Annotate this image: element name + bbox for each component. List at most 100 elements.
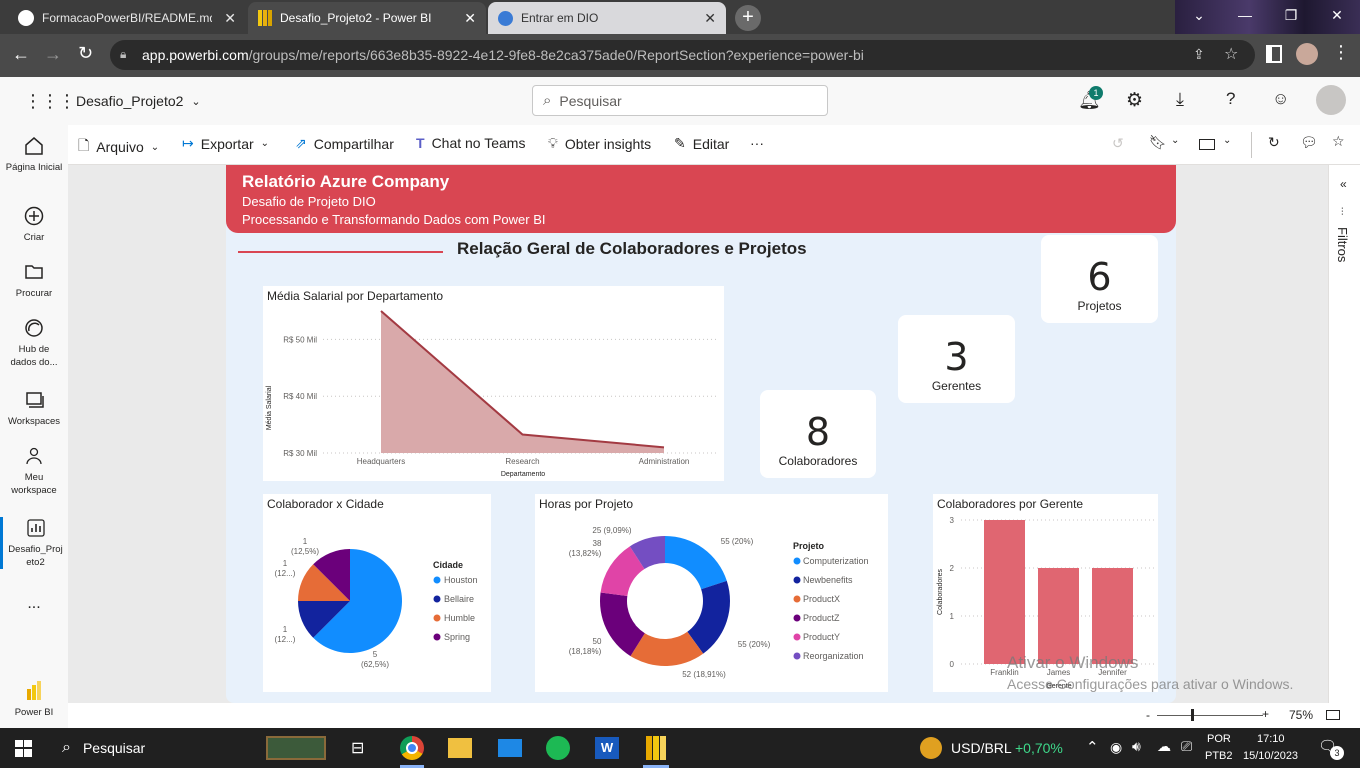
share-page-icon[interactable]: ⇪ bbox=[1193, 46, 1205, 63]
tab-search-button[interactable]: ⌄ bbox=[1176, 0, 1222, 30]
zoom-slider-track[interactable] bbox=[1157, 715, 1263, 716]
forward-icon[interactable]: → bbox=[44, 44, 62, 65]
network-icon[interactable]: ⎚ bbox=[1181, 738, 1192, 755]
browser-tab-dio[interactable]: Entrar em DIO ✕ bbox=[488, 2, 726, 34]
collapse-icon[interactable]: « bbox=[1340, 177, 1347, 191]
close-window-icon[interactable]: ✕ bbox=[1314, 0, 1360, 30]
y-tick-label: R$ 50 Mil bbox=[283, 335, 317, 344]
area-chart-media-salarial[interactable]: Média Salarial por Departamento Média Sa… bbox=[263, 286, 724, 481]
mail-icon[interactable] bbox=[498, 739, 522, 757]
activation-watermark-sub: Acesse Configurações para ativar o Windo… bbox=[1007, 676, 1294, 692]
user-avatar[interactable] bbox=[1316, 85, 1346, 115]
spotify-icon[interactable] bbox=[546, 736, 570, 760]
bookmark-star-icon[interactable]: ☆ bbox=[1224, 44, 1238, 64]
bar bbox=[1038, 568, 1079, 664]
task-view-icon[interactable]: ⊟ bbox=[351, 738, 364, 758]
powerbi-taskbar-icon[interactable] bbox=[646, 736, 666, 760]
report-name-dropdown[interactable]: Desafio_Projeto2 ⌄ bbox=[76, 93, 201, 109]
favorite-star-icon[interactable]: ☆ bbox=[1332, 133, 1345, 150]
chevron-down-icon: ⌄ bbox=[260, 138, 270, 149]
browser-tab-powerbi[interactable]: Desafio_Projeto2 - Power BI ✕ bbox=[248, 2, 486, 34]
fit-page-icon[interactable] bbox=[1326, 710, 1340, 720]
comment-icon[interactable]: 💬︎ bbox=[1300, 134, 1318, 151]
export-menu[interactable]: ↦ Exportar ⌄ bbox=[182, 135, 269, 152]
language-code[interactable]: POR bbox=[1207, 733, 1231, 745]
widget-chalkboard-icon[interactable] bbox=[266, 736, 326, 760]
view-icon[interactable] bbox=[1199, 139, 1215, 150]
clock-date[interactable]: 15/10/2023 bbox=[1243, 750, 1298, 762]
file-menu[interactable]: 🗋︎ Arquivo ⌄ bbox=[78, 135, 159, 159]
chevron-down-icon[interactable]: ⌄ bbox=[1223, 135, 1231, 146]
currency-pair[interactable]: USD/BRL bbox=[951, 740, 1012, 756]
app-launcher-icon[interactable]: ⋮⋮⋮ bbox=[24, 91, 76, 112]
windows-taskbar: ⌕ Pesquisar ⊟ W USD/BRL +0,70% ⌃ ◉ 🔊︎ ☁ … bbox=[0, 728, 1360, 768]
nav-current-report[interactable]: Desafio_Projeto2 bbox=[0, 517, 68, 569]
feedback-icon[interactable]: ☺ bbox=[1272, 89, 1289, 109]
camera-icon[interactable]: ◉ bbox=[1110, 739, 1122, 756]
search-placeholder: Pesquisar bbox=[559, 92, 622, 109]
clock-time[interactable]: 17:10 bbox=[1257, 733, 1285, 745]
zoom-slider-thumb[interactable] bbox=[1191, 709, 1194, 721]
nav-create[interactable]: Criar bbox=[0, 205, 68, 244]
edit-button[interactable]: ✎ Editar bbox=[674, 135, 729, 152]
reload-icon[interactable]: ↻ bbox=[78, 43, 93, 64]
sidebar-toggle-icon[interactable] bbox=[1266, 45, 1282, 63]
data-label: 5 bbox=[373, 650, 378, 659]
word-icon[interactable]: W bbox=[595, 737, 619, 759]
profile-avatar[interactable] bbox=[1296, 43, 1318, 65]
legend-item: Computerization bbox=[803, 556, 869, 566]
minimize-icon[interactable]: — bbox=[1222, 0, 1268, 30]
nav-browse[interactable]: Procurar bbox=[0, 261, 68, 300]
cloud-icon[interactable]: ☁ bbox=[1157, 738, 1171, 755]
nav-my-workspace[interactable]: Meu workspace bbox=[0, 445, 68, 497]
browser-tab-readme[interactable]: FormacaoPowerBI/README.md ✕ bbox=[8, 2, 246, 34]
kpi-card-colaboradores[interactable]: 8 Colaboradores bbox=[760, 390, 876, 478]
taskbar-search[interactable]: ⌕ Pesquisar bbox=[50, 728, 255, 768]
donut-chart-horas-projeto[interactable]: Horas por Projeto Projeto 55 (20%) 55 (20… bbox=[535, 494, 888, 692]
restore-icon[interactable]: ❐ bbox=[1268, 0, 1314, 30]
github-icon bbox=[18, 10, 34, 26]
kpi-card-gerentes[interactable]: 3 Gerentes bbox=[898, 315, 1015, 403]
nav-datahub[interactable]: Hub de dados do... bbox=[0, 317, 68, 369]
bookmark-icon[interactable]: 🔖︎ bbox=[1149, 134, 1167, 151]
area-chart-plot: Média Salarial Departamento R$ 50 Mil R$ … bbox=[266, 310, 718, 478]
insights-button[interactable]: 💡︎ Obter insights bbox=[548, 135, 651, 152]
back-icon[interactable]: ← bbox=[12, 44, 30, 65]
new-tab-button[interactable]: + bbox=[735, 5, 761, 31]
share-button[interactable]: ⇗ Compartilhar bbox=[295, 135, 394, 152]
kpi-card-projetos[interactable]: 6 Projetos bbox=[1041, 235, 1158, 323]
pie-chart-colaborador-cidade[interactable]: Colaborador x Cidade Cidade 5 (62,5%) 1 (12… bbox=[263, 494, 491, 692]
gear-icon[interactable]: ⚙ bbox=[1126, 89, 1143, 112]
zoom-out-icon[interactable]: - bbox=[1146, 708, 1150, 722]
plus-circle-icon bbox=[24, 206, 44, 226]
chevron-down-icon[interactable]: ⌄ bbox=[1171, 135, 1179, 146]
search-input[interactable]: ⌕ Pesquisar bbox=[532, 85, 828, 116]
address-bar[interactable]: 🔒︎ app.powerbi.com/groups/me/reports/663… bbox=[110, 40, 1255, 70]
close-tab-icon[interactable]: ✕ bbox=[224, 10, 236, 27]
close-tab-icon[interactable]: ✕ bbox=[704, 10, 716, 27]
heading-rule bbox=[238, 251, 443, 253]
more-icon[interactable]: ... bbox=[0, 596, 68, 612]
download-icon[interactable]: ⤓ bbox=[1176, 89, 1184, 110]
undo-icon[interactable]: ↺ bbox=[1112, 135, 1124, 152]
browser-menu-icon[interactable]: ⋮ bbox=[1332, 42, 1350, 63]
filters-pane[interactable]: « ⫶ Filtros bbox=[1328, 165, 1360, 703]
more-options-button[interactable]: ··· bbox=[750, 135, 764, 151]
currency-change: +0,70% bbox=[1015, 740, 1063, 756]
data-label: 25 (9,09%) bbox=[592, 526, 631, 535]
zoom-in-icon[interactable]: + bbox=[1262, 707, 1269, 721]
keyboard-layout[interactable]: PTB2 bbox=[1205, 750, 1233, 762]
nav-home[interactable]: Página Inicial bbox=[0, 135, 68, 174]
close-tab-icon[interactable]: ✕ bbox=[464, 10, 476, 27]
refresh-icon[interactable]: ↻ bbox=[1268, 134, 1280, 151]
legend-marker bbox=[793, 595, 801, 603]
ellipsis-icon: ··· bbox=[750, 135, 764, 151]
chevron-up-icon[interactable]: ⌃ bbox=[1086, 738, 1099, 756]
teams-chat-button[interactable]: T Chat no Teams bbox=[416, 135, 525, 151]
pencil-icon: ✎ bbox=[674, 135, 686, 151]
help-icon[interactable]: ? bbox=[1226, 89, 1235, 109]
nav-workspaces[interactable]: Workspaces bbox=[0, 389, 68, 428]
file-explorer-icon[interactable] bbox=[448, 738, 472, 758]
volume-icon[interactable]: 🔊︎ bbox=[1132, 738, 1141, 755]
legend-marker bbox=[433, 595, 441, 603]
